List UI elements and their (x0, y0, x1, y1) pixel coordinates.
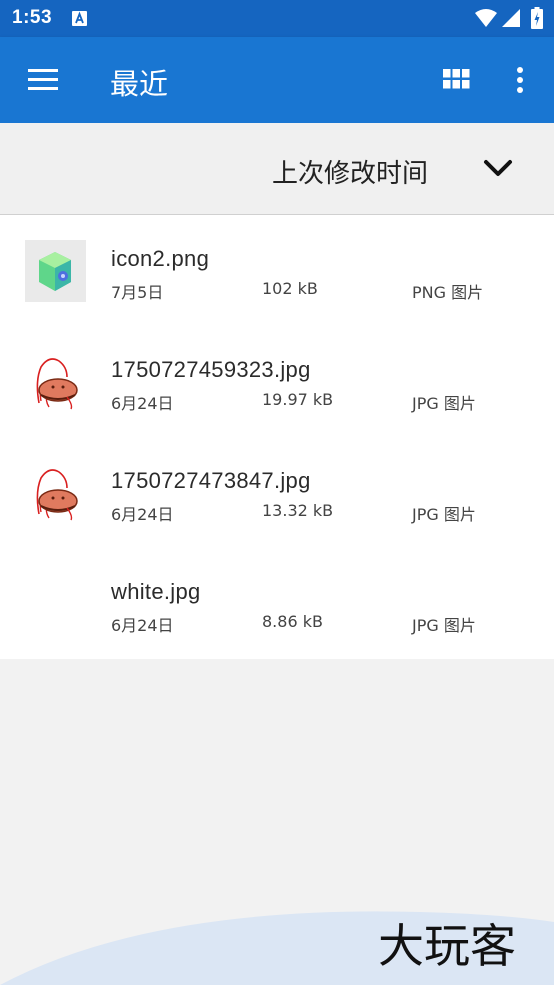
file-size: 13.32 kB (262, 501, 334, 520)
file-date: 6月24日 (111, 616, 174, 635)
menu-icon[interactable] (28, 69, 58, 91)
file-size: 8.86 kB (262, 612, 323, 631)
watermark-text: 大玩客 (378, 919, 516, 973)
file-name: 1750727459323.jpg (111, 357, 311, 382)
file-type: JPG 图片 (412, 616, 476, 635)
file-size: 102 kB (262, 279, 318, 298)
page-title: 最近 (110, 67, 169, 101)
signal-icon (502, 9, 520, 27)
sort-label: 上次修改时间 (272, 159, 429, 189)
chevron-down-icon[interactable] (483, 159, 513, 179)
blank-thumbnail (25, 573, 86, 635)
file-list: icon2.png 7月5日 102 kB PNG 图片 17507274593… (0, 215, 554, 659)
file-row[interactable]: icon2.png 7月5日 102 kB PNG 图片 (0, 215, 554, 326)
file-type: PNG 图片 (412, 283, 484, 302)
status-time: 1:53 (12, 7, 53, 28)
file-date: 6月24日 (111, 505, 174, 524)
sketch-icon (36, 358, 78, 410)
file-name: white.jpg (111, 579, 201, 604)
sort-bar[interactable]: 上次修改时间 (0, 123, 554, 215)
grid-view-icon[interactable] (443, 69, 470, 89)
file-type: JPG 图片 (412, 394, 476, 413)
file-name: 1750727473847.jpg (111, 468, 311, 493)
file-name: icon2.png (111, 246, 210, 271)
file-type: JPG 图片 (412, 505, 476, 524)
sketch-icon (36, 469, 78, 521)
file-row[interactable]: 1750727459323.jpg 6月24日 19.97 kB JPG 图片 (0, 326, 554, 437)
file-date: 7月5日 (111, 283, 164, 302)
file-row[interactable]: white.jpg 6月24日 8.86 kB JPG 图片 (0, 548, 554, 659)
more-options-icon[interactable] (516, 67, 524, 93)
battery-icon (531, 7, 543, 29)
file-row[interactable]: 1750727473847.jpg 6月24日 13.32 kB JPG 图片 (0, 437, 554, 548)
watermark-logo: 大玩客 (0, 911, 554, 985)
app-bar: 最近 (0, 37, 554, 123)
file-date: 6月24日 (111, 394, 174, 413)
cube-icon (25, 240, 86, 302)
wifi-icon (475, 9, 497, 27)
status-bar: 1:53 (0, 0, 554, 37)
file-size: 19.97 kB (262, 390, 334, 409)
notification-icon (72, 11, 87, 26)
